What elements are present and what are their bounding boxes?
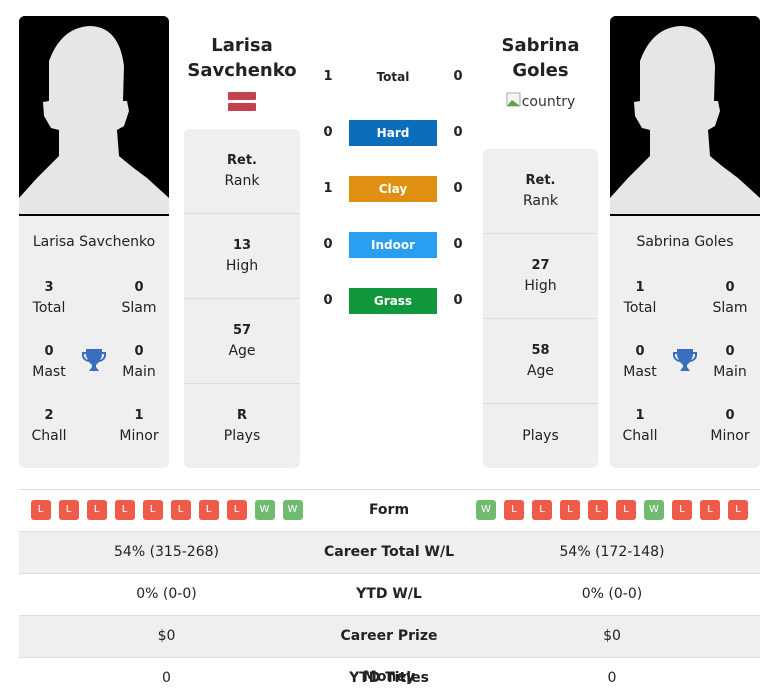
comparison-table: LLLLLLLLWW Form WLLLLLWLLL 54% (315-268)… [19, 489, 760, 699]
player1-form-badge-loss[interactable]: L [86, 500, 107, 520]
player1-prize-money: $0 [157, 628, 176, 644]
player1-form-badge-loss[interactable]: L [142, 500, 163, 520]
player1-form: LLLLLLLLWW [19, 490, 314, 531]
player1-name-link[interactable]: Larisa Savchenko [184, 33, 300, 83]
h2h-indoor-row: 0 Indoor 0 [318, 232, 468, 258]
surface-clay-button[interactable]: Clay [349, 176, 437, 202]
player1-info-box: Ret. Rank 13 High 57 Age R Plays [184, 129, 300, 468]
h2h-clay-p2: 0 [453, 181, 463, 196]
player2-form-badge-loss[interactable]: L [560, 500, 580, 520]
trophy-icon [82, 347, 106, 377]
player1-card-name: Larisa Savchenko [32, 234, 156, 250]
form-label: Form [368, 502, 410, 518]
player2-rank: Ret. Rank [483, 149, 598, 234]
player1-career-wl: 54% (315-268) [114, 544, 219, 560]
row-label: YTD Titles [349, 670, 429, 686]
silhouette-icon [19, 16, 169, 216]
player1-form-badge-loss[interactable]: L [198, 500, 219, 520]
h2h-total-p2: 0 [453, 69, 463, 84]
player1-photo [19, 16, 169, 216]
player2-form: WLLLLLWLLL [464, 490, 760, 531]
player1-form-badge-loss[interactable]: L [170, 500, 191, 520]
player1-minor-titles: 1 Minor [119, 408, 159, 444]
surface-indoor-button[interactable]: Indoor [349, 232, 437, 258]
player2-slam-titles: 0 Slam [712, 280, 748, 316]
country-flag-broken-image: country [483, 92, 598, 110]
table-row: 54% (315-268) Career Total W/L 54% (172-… [19, 531, 760, 573]
silhouette-icon [610, 16, 760, 216]
h2h-clay-row: 1 Clay 0 [318, 176, 468, 202]
player2-ytd-titles: 0 [607, 670, 617, 686]
player2-minor-titles: 0 Minor [710, 408, 750, 444]
player1-mast-titles: 0 Mast [32, 344, 66, 380]
player2-name-link[interactable]: Sabrina Goles [483, 33, 598, 83]
player2-form-badge-loss[interactable]: L [700, 500, 720, 520]
h2h-total-p1: 1 [323, 69, 333, 84]
row-label: Career Total W/L [324, 544, 454, 560]
player2-total-titles: 1 Total [623, 280, 657, 316]
player2-form-badge-loss[interactable]: L [588, 500, 608, 520]
table-row: $0 Career Prize Money $0 [19, 615, 760, 685]
player1-form-badge-win[interactable]: W [254, 500, 275, 520]
player2-chall-titles: 1 Chall [622, 408, 658, 444]
h2h-grass-p1: 0 [323, 293, 333, 308]
player1-form-badge-loss[interactable]: L [30, 500, 51, 520]
h2h-hard-p2: 0 [453, 125, 463, 140]
h2h-clay-p1: 1 [323, 181, 333, 196]
player1-form-badge-loss[interactable]: L [58, 500, 79, 520]
player1-titles-card: Larisa Savchenko 3 Total 0 Slam 0 Mast 0 Mai… [19, 216, 169, 468]
player1-total-titles: 3 Total [32, 280, 66, 316]
h2h-total-row: 1 Total 0 [318, 64, 468, 90]
h2h-grass-p2: 0 [453, 293, 463, 308]
row-label: YTD W/L [356, 586, 422, 602]
player2-high: 27 High [483, 234, 598, 319]
row-label: Career Prize Money [340, 628, 438, 685]
player2-form-badge-win[interactable]: W [644, 500, 664, 520]
player2-ytd-wl: 0% (0-0) [581, 586, 643, 602]
player2-plays: Plays [522, 428, 559, 444]
surface-grass-button[interactable]: Grass [349, 288, 437, 314]
player2-form-badge-loss[interactable]: L [616, 500, 636, 520]
player1-form-badge-loss[interactable]: L [226, 500, 247, 520]
player2-card-name: Sabrina Goles [636, 234, 734, 250]
form-row: LLLLLLLLWW Form WLLLLLWLLL [19, 489, 760, 531]
player2-prize-money: $0 [603, 628, 621, 644]
player1-form-badge-win[interactable]: W [282, 500, 303, 520]
player2-mast-titles: 0 Mast [623, 344, 657, 380]
latvia-flag-icon [228, 92, 256, 111]
player1-age: 57 Age [184, 299, 300, 384]
player2-form-badge-loss[interactable]: L [532, 500, 552, 520]
player2-form-badge-loss[interactable]: L [504, 500, 524, 520]
player2-main-titles: 0 Main [713, 344, 747, 380]
player1-main-titles: 0 Main [122, 344, 156, 380]
player2-photo [610, 16, 760, 216]
table-row: 0% (0-0) YTD W/L 0% (0-0) [19, 573, 760, 615]
broken-image-icon [506, 92, 521, 107]
trophy-icon [673, 347, 697, 377]
h2h-hard-p1: 0 [323, 125, 333, 140]
player1-slam-titles: 0 Slam [121, 280, 157, 316]
player1-plays: R Plays [223, 408, 261, 444]
h2h-hard-row: 0 Hard 0 [318, 120, 468, 146]
player2-form-badge-loss[interactable]: L [672, 500, 692, 520]
player2-titles-card: Sabrina Goles 1 Total 0 Slam 0 Mast 0 Main 1… [610, 216, 760, 468]
player2-career-wl: 54% (172-148) [559, 544, 665, 560]
table-row: 0 YTD Titles 0 [19, 657, 760, 699]
player1-high: 13 High [184, 214, 300, 299]
player2-age: 58 Age [483, 319, 598, 404]
h2h-indoor-p1: 0 [323, 237, 333, 252]
player1-rank: Ret. Rank [184, 129, 300, 214]
surface-hard-button[interactable]: Hard [349, 120, 437, 146]
h2h-total-label: Total [376, 70, 410, 84]
h2h-grass-row: 0 Grass 0 [318, 288, 468, 314]
player2-info-box: Ret. Rank 27 High 58 Age Plays [483, 149, 598, 468]
player2-form-badge-loss[interactable]: L [728, 500, 748, 520]
player2-form-badge-win[interactable]: W [476, 500, 496, 520]
player1-ytd-titles: 0 [162, 670, 171, 686]
player1-form-badge-loss[interactable]: L [114, 500, 135, 520]
player1-chall-titles: 2 Chall [31, 408, 67, 444]
h2h-indoor-p2: 0 [453, 237, 463, 252]
player1-ytd-wl: 0% (0-0) [136, 586, 197, 602]
